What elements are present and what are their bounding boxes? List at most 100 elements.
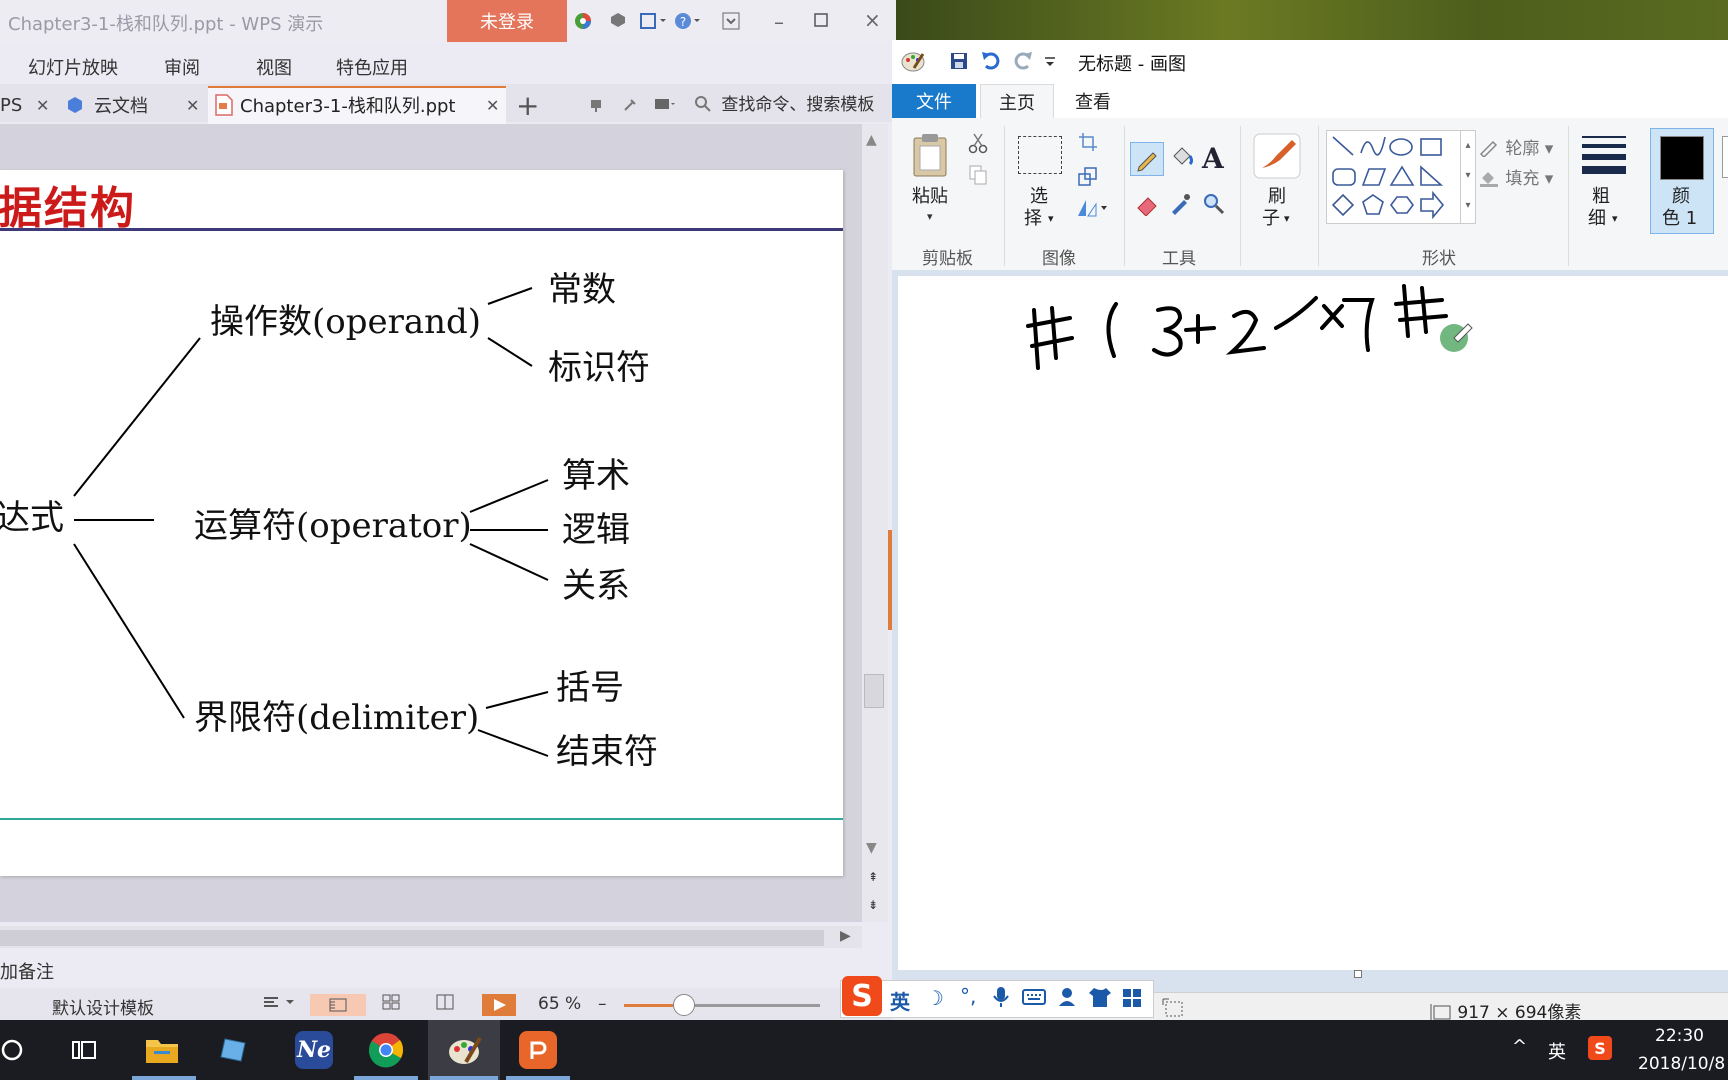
menu-review[interactable]: 审阅	[164, 54, 200, 80]
chrome-icon[interactable]	[352, 1022, 420, 1078]
color2-swatch[interactable]	[1722, 136, 1728, 178]
notes-app-icon[interactable]	[200, 1022, 268, 1078]
login-button[interactable]: 未登录	[447, 0, 567, 42]
pin-icon[interactable]	[588, 90, 604, 120]
message-icon[interactable]	[654, 90, 676, 120]
toolbox-icon[interactable]	[1122, 988, 1142, 1013]
color-wheel-icon[interactable]	[574, 12, 592, 34]
tab-close-icon[interactable]: ✕	[186, 90, 199, 120]
scroll-right-icon[interactable]: ▶	[840, 928, 851, 944]
magnifier-icon[interactable]	[1202, 192, 1226, 221]
sogou-logo-icon[interactable]: S	[842, 976, 882, 1016]
slide-vertical-scrollbar[interactable]	[862, 124, 888, 922]
menu-slideshow[interactable]: 幻灯片放映	[28, 54, 118, 80]
group-tools-label: 工具	[1162, 249, 1196, 269]
resize-icon[interactable]	[1078, 166, 1098, 191]
brush-dropdown-icon[interactable]: ▾	[1284, 212, 1290, 225]
clock-time[interactable]: 22:30	[1655, 1026, 1704, 1046]
task-view-icon[interactable]	[50, 1022, 118, 1078]
tray-expand-icon[interactable]: ^	[1512, 1036, 1527, 1057]
design-template-label[interactable]: 默认设计模板	[52, 994, 154, 1019]
zoom-level[interactable]: 65 %	[538, 994, 581, 1014]
fill-bucket-icon[interactable]	[1168, 144, 1196, 177]
keyboard-icon[interactable]	[1022, 988, 1046, 1011]
cortana-search-icon[interactable]	[0, 1022, 46, 1078]
canvas-resize-handle[interactable]	[1354, 970, 1362, 978]
size-button[interactable]	[1580, 134, 1628, 179]
redo-icon[interactable]	[1012, 50, 1034, 77]
paste-button[interactable]	[910, 132, 952, 183]
crop-icon[interactable]	[1078, 132, 1098, 157]
paste-dropdown-icon[interactable]: ▾	[927, 210, 933, 223]
scroll-down-icon[interactable]: ▼	[866, 840, 877, 856]
outline-button[interactable]: 轮廓 ▾	[1478, 134, 1553, 159]
tray-language[interactable]: 英	[1548, 1038, 1566, 1064]
microphone-icon[interactable]	[992, 986, 1010, 1013]
half-width-icon[interactable]: ☽	[926, 986, 944, 1010]
tab-wps[interactable]: PS	[0, 90, 22, 120]
select-rectangle-icon[interactable]	[1018, 136, 1062, 174]
text-tool-icon[interactable]: A	[1202, 142, 1224, 175]
eraser-icon[interactable]	[1134, 192, 1162, 221]
slide-sorter-icon[interactable]	[382, 994, 400, 1015]
normal-view-button[interactable]	[310, 994, 366, 1016]
undo-icon[interactable]	[980, 50, 1002, 77]
maximize-icon[interactable]	[814, 12, 828, 31]
group-shapes-label: 形状	[1422, 249, 1456, 269]
help-icon[interactable]: ?	[674, 12, 700, 34]
scroll-thumb[interactable]	[864, 674, 884, 708]
tab-close-icon[interactable]: ✕	[36, 90, 49, 120]
ime-language[interactable]: 英	[890, 986, 910, 1015]
tab-view[interactable]: 查看	[1060, 84, 1126, 118]
menu-special-apps[interactable]: 特色应用	[336, 54, 408, 80]
zoom-out-icon[interactable]: –	[598, 994, 607, 1014]
quick-access-dropdown-icon[interactable]	[1044, 54, 1056, 74]
share-icon[interactable]	[640, 12, 666, 34]
sogou-tray-icon[interactable]: S	[1588, 1036, 1612, 1060]
tab-home[interactable]: 主页	[980, 84, 1054, 119]
file-explorer-icon[interactable]	[128, 1022, 196, 1078]
user-icon[interactable]	[1058, 986, 1080, 1013]
new-tab-icon[interactable]: +	[516, 89, 539, 122]
shapes-gallery[interactable]	[1326, 130, 1462, 224]
brush-button[interactable]	[1252, 132, 1302, 185]
pencil-tool-button[interactable]	[1130, 142, 1164, 176]
command-search[interactable]: 查找命令、搜索模板	[694, 90, 874, 115]
reading-view-icon[interactable]	[436, 994, 454, 1015]
tool-icon[interactable]	[622, 90, 638, 120]
navicat-icon[interactable]: Ne	[280, 1022, 348, 1078]
rotate-icon[interactable]	[1076, 198, 1108, 223]
tab-chapter3[interactable]: Chapter3-1-栈和队列.ppt	[214, 90, 456, 120]
wps-presentation-taskbar-icon[interactable]	[504, 1022, 572, 1078]
scroll-up-icon[interactable]: ▲	[866, 132, 877, 148]
save-icon[interactable]	[950, 52, 968, 75]
play-slideshow-button[interactable]	[482, 994, 516, 1016]
collapse-ribbon-icon[interactable]	[722, 12, 740, 34]
skin-icon[interactable]	[610, 12, 626, 32]
horizontal-scroll-thumb[interactable]	[0, 930, 824, 946]
size-dropdown-icon[interactable]: ▾	[1612, 212, 1618, 225]
fill-button[interactable]: 填充 ▾	[1478, 164, 1553, 189]
clock-date[interactable]: 2018/10/8	[1638, 1054, 1725, 1074]
paint-app-icon[interactable]	[900, 48, 926, 79]
color-picker-icon[interactable]	[1168, 192, 1192, 221]
next-slide-icon[interactable]: ⇟	[868, 898, 878, 912]
tab-cloud-docs[interactable]: 云文档	[66, 90, 148, 120]
paint-taskbar-icon[interactable]	[430, 1022, 498, 1078]
tab-close-icon[interactable]: ✕	[486, 90, 499, 120]
tab-file[interactable]: 文件	[892, 84, 976, 118]
menu-view[interactable]: 视图	[256, 54, 292, 80]
minimize-icon[interactable]: –	[774, 10, 784, 34]
notes-placeholder[interactable]: 加备注	[0, 958, 54, 984]
layout-menu-icon[interactable]	[262, 994, 296, 1015]
cut-icon[interactable]	[968, 132, 988, 159]
prev-slide-icon[interactable]: ⇞	[868, 870, 878, 884]
punctuation-icon[interactable]: °,	[960, 984, 976, 1008]
zoom-slider-thumb[interactable]	[673, 994, 695, 1016]
close-icon[interactable]: ×	[864, 8, 881, 32]
skin-shirt-icon[interactable]	[1088, 986, 1112, 1013]
shapes-gallery-scroll[interactable]: ▴ ▾ ▾	[1460, 130, 1476, 224]
copy-icon[interactable]	[968, 164, 988, 191]
select-dropdown-icon[interactable]: ▾	[1048, 212, 1054, 225]
tree-root: 达式	[0, 498, 64, 538]
